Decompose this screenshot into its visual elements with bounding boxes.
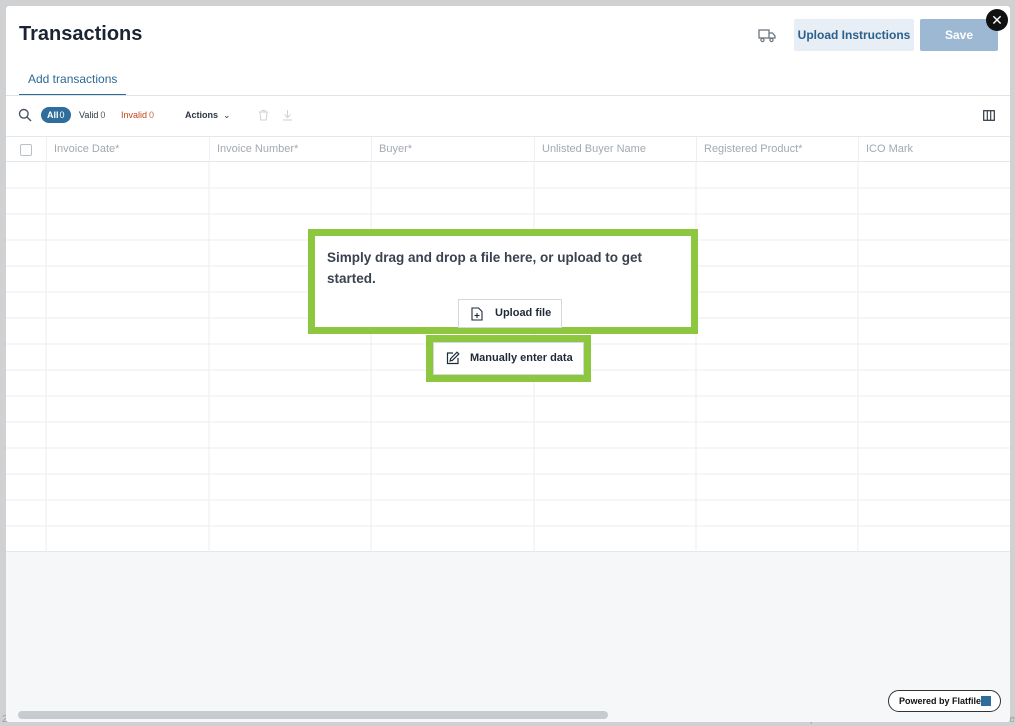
drop-zone-message: Simply drag and drop a file here, or upl… <box>327 250 643 286</box>
search-icon[interactable] <box>18 108 32 122</box>
filter-invalid-count: 0 <box>149 110 155 120</box>
actions-dropdown[interactable]: Actions ⌄ <box>185 107 231 123</box>
filter-valid-label: Valid <box>79 110 99 120</box>
manual-entry-label: Manually enter data <box>470 352 573 364</box>
filter-all-label: All <box>47 110 59 120</box>
import-modal: Transactions Upload Instructions Save Ad… <box>6 6 1010 722</box>
column-header-buyer[interactable]: Buyer* <box>371 137 534 162</box>
column-header-unlisted-buyer-name[interactable]: Unlisted Buyer Name <box>534 137 696 162</box>
upload-instructions-button[interactable]: Upload Instructions <box>794 19 914 51</box>
powered-by-badge[interactable]: Powered by Flatfile <box>888 690 1001 712</box>
chevron-down-icon: ⌄ <box>223 110 231 120</box>
filter-all-count: 0 <box>59 110 65 120</box>
filter-invalid[interactable]: Invalid 0 <box>121 107 154 123</box>
file-drop-zone[interactable]: Simply drag and drop a file here, or upl… <box>308 229 698 334</box>
filter-invalid-label: Invalid <box>121 110 148 120</box>
tab-divider <box>6 95 1010 96</box>
manual-entry-highlight: Manually enter data <box>426 335 591 382</box>
filter-valid[interactable]: Valid 0 <box>79 107 105 123</box>
scrollbar-thumb[interactable] <box>18 711 608 719</box>
upload-file-label: Upload file <box>495 307 552 319</box>
page-title: Transactions <box>19 23 143 45</box>
powered-by-label: Powered by Flatfile <box>899 696 982 706</box>
grid-toolbar: All0 Valid 0 Invalid 0 Actions ⌄ <box>6 102 1010 128</box>
tab-add-transactions[interactable]: Add transactions <box>19 66 127 96</box>
upload-file-button[interactable]: Upload file <box>458 299 562 328</box>
select-all-checkbox[interactable] <box>20 144 32 156</box>
download-icon[interactable] <box>282 109 293 121</box>
manual-entry-button[interactable]: Manually enter data <box>433 342 584 375</box>
column-header-invoice-number[interactable]: Invoice Number* <box>209 137 371 162</box>
truck-icon[interactable] <box>758 27 776 43</box>
flatfile-logo-icon <box>981 696 991 706</box>
grid-empty-area <box>6 552 1010 708</box>
horizontal-scrollbar[interactable] <box>6 708 1010 722</box>
columns-icon[interactable] <box>983 110 995 121</box>
grid-header: Invoice Date* Invoice Number* Buyer* Unl… <box>6 137 1010 162</box>
trash-icon[interactable] <box>258 109 269 121</box>
column-header-invoice-date[interactable]: Invoice Date* <box>46 137 209 162</box>
filter-all[interactable]: All0 <box>41 107 71 123</box>
column-header-registered-product[interactable]: Registered Product* <box>696 137 858 162</box>
close-icon[interactable]: ✕ <box>986 9 1008 31</box>
column-header-ico-mark[interactable]: ICO Mark <box>858 137 1010 162</box>
actions-label: Actions <box>185 110 219 120</box>
filter-valid-count: 0 <box>100 110 106 120</box>
edit-icon <box>446 351 460 365</box>
file-plus-icon <box>471 307 483 321</box>
